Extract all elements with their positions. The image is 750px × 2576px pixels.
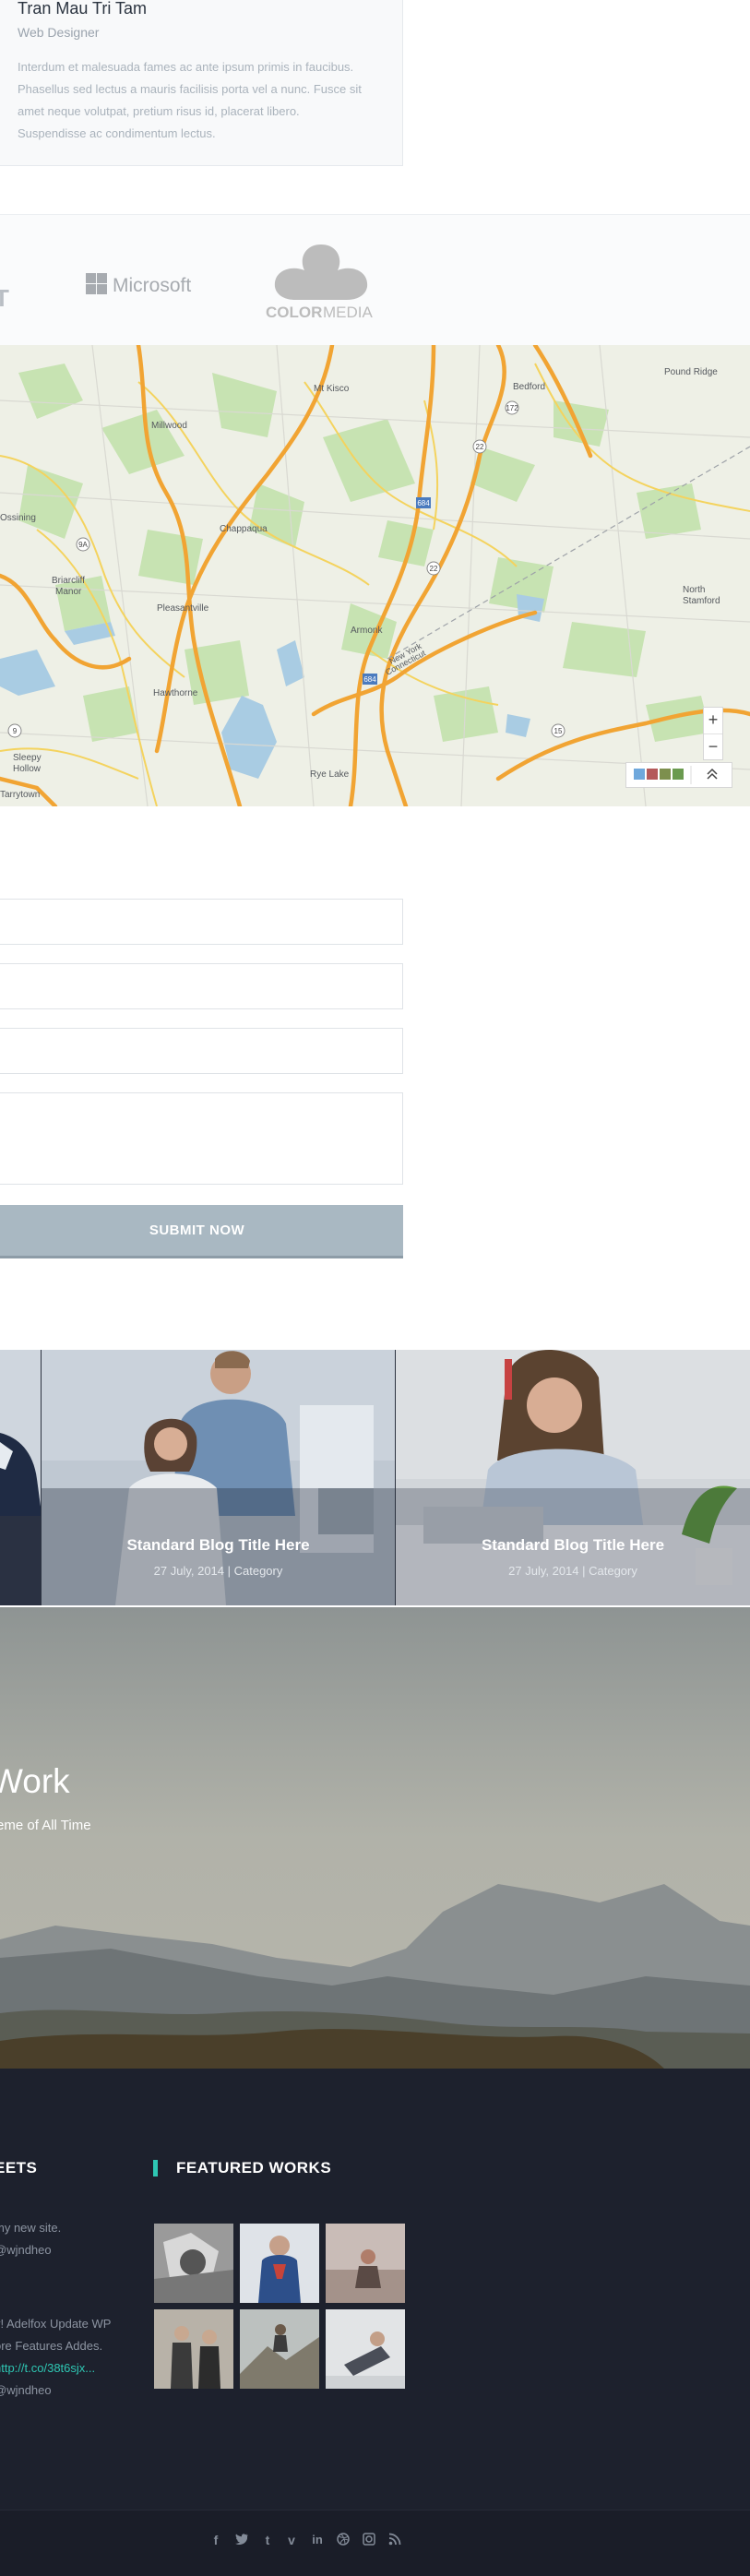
name-field[interactable] (0, 899, 403, 945)
linkedin-icon[interactable]: in (310, 2533, 325, 2546)
blog-card[interactable]: Standard Blog Title Here 27 July, 2014 |… (396, 1350, 750, 1605)
heading-accent-bar (153, 2160, 158, 2176)
svg-text:Hawthorne: Hawthorne (153, 688, 198, 698)
svg-text:Stamford: Stamford (683, 596, 720, 606)
tweets-heading: EETS (0, 2159, 38, 2176)
testimonial-role: Web Designer (18, 25, 100, 40)
svg-text:Chappaqua: Chappaqua (220, 524, 268, 534)
facebook-icon[interactable]: f (208, 2533, 223, 2547)
svg-text:684: 684 (363, 675, 376, 684)
tweet-item: y! Adelfox Update WP ore Features Addes.… (0, 2313, 111, 2402)
submit-button[interactable]: SUBMIT NOW (0, 1205, 403, 1258)
featured-work-thumb[interactable] (240, 2224, 319, 2303)
partner-logo-partial: T (0, 284, 9, 312)
svg-text:Pleasantville: Pleasantville (157, 603, 209, 614)
featured-work-thumb[interactable] (154, 2224, 233, 2303)
featured-work-thumb[interactable] (326, 2309, 405, 2389)
instagram-icon[interactable] (362, 2533, 376, 2548)
svg-text:684: 684 (417, 499, 430, 507)
map-type-selector[interactable] (625, 762, 732, 788)
svg-text:MEDIA: MEDIA (323, 304, 374, 320)
svg-text:Armonk: Armonk (351, 626, 383, 636)
blog-meta: 27 July, 2014 | Category (153, 1564, 283, 1578)
svg-text:15: 15 (554, 727, 563, 735)
svg-text:Millwood: Millwood (151, 421, 187, 431)
svg-text:Microsoft: Microsoft (113, 275, 191, 296)
hero-banner: Work eme of All Time (0, 1607, 750, 2069)
svg-text:9: 9 (13, 727, 18, 735)
hero-subtitle: eme of All Time (0, 1818, 91, 1833)
subject-field[interactable] (0, 1028, 403, 1074)
svg-text:Hollow: Hollow (13, 764, 42, 774)
svg-text:Pound Ridge: Pound Ridge (664, 367, 718, 377)
footer: EETS FEATURED WORKS my new site. @wjndhe… (0, 2069, 750, 2510)
location-map[interactable]: Pound Ridge Mt Kisco Bedford Millwood Ch… (0, 345, 750, 806)
svg-text:North: North (683, 585, 705, 595)
partners-strip: T Microsoft COLOR MEDIA (0, 214, 750, 347)
svg-text:Ossining: Ossining (0, 513, 36, 523)
featured-work-thumb[interactable] (154, 2309, 233, 2389)
vimeo-icon[interactable]: v (284, 2533, 299, 2547)
microsoft-logo: Microsoft (85, 270, 205, 303)
svg-text:Rye Lake: Rye Lake (310, 769, 350, 780)
testimonial-text: Interdum et malesuada fames ac ante ipsu… (18, 60, 362, 140)
blog-meta: 27 July, 2014 | Category (508, 1564, 637, 1578)
svg-text:22: 22 (476, 443, 484, 451)
testimonial-card: Tran Mau Tri Tam Web Designer Interdum e… (0, 0, 403, 166)
colormedia-logo: COLOR MEDIA (264, 243, 378, 325)
svg-text:22: 22 (430, 565, 438, 573)
hero-title: Work (0, 1762, 70, 1800)
zoom-out-button[interactable]: − (704, 733, 722, 760)
featured-work-thumb[interactable] (240, 2309, 319, 2389)
map-canvas: Pound Ridge Mt Kisco Bedford Millwood Ch… (0, 345, 750, 806)
zoom-in-button[interactable]: + (704, 708, 722, 733)
featured-works-heading: FEATURED WORKS (176, 2159, 332, 2176)
blog-title[interactable]: Standard Blog Title Here (42, 1536, 395, 1555)
blog-card[interactable]: Standard Blog Title Here 27 July, 2014 |… (42, 1350, 395, 1605)
tweet-link[interactable]: http://t.co/38t6sjx... (0, 2357, 111, 2379)
testimonial-name: Tran Mau Tri Tam (18, 0, 148, 18)
email-field[interactable] (0, 963, 403, 1009)
tweet-item: my new site. @wjndheo (0, 2221, 62, 2257)
svg-text:Briarcliff: Briarcliff (52, 576, 85, 586)
svg-text:COLOR: COLOR (266, 304, 322, 320)
blog-strip: Standard Blog Title Here 27 July, 2014 |… (0, 1350, 750, 1605)
tumblr-icon[interactable]: t (260, 2533, 275, 2547)
blog-title[interactable]: Standard Blog Title Here (396, 1536, 750, 1555)
map-zoom-controls: + − (703, 707, 723, 760)
hero-background-mountains (0, 1607, 750, 2069)
svg-text:9A: 9A (78, 541, 88, 549)
footer-bottom-bar: f t v in (0, 2510, 750, 2576)
svg-text:Bedford: Bedford (513, 382, 545, 392)
svg-text:Manor: Manor (55, 587, 82, 597)
svg-text:172: 172 (506, 404, 518, 412)
featured-work-thumb[interactable] (326, 2224, 405, 2303)
rss-icon[interactable] (387, 2533, 402, 2548)
svg-text:Tarrytown: Tarrytown (0, 790, 40, 800)
twitter-icon[interactable] (234, 2533, 249, 2547)
message-field[interactable] (0, 1092, 403, 1185)
blog-card-partial[interactable] (0, 1350, 41, 1605)
svg-text:Mt Kisco: Mt Kisco (314, 384, 350, 394)
dribbble-icon[interactable] (336, 2533, 351, 2548)
svg-text:Sleepy: Sleepy (13, 753, 42, 763)
chevron-up-icon (707, 768, 718, 780)
